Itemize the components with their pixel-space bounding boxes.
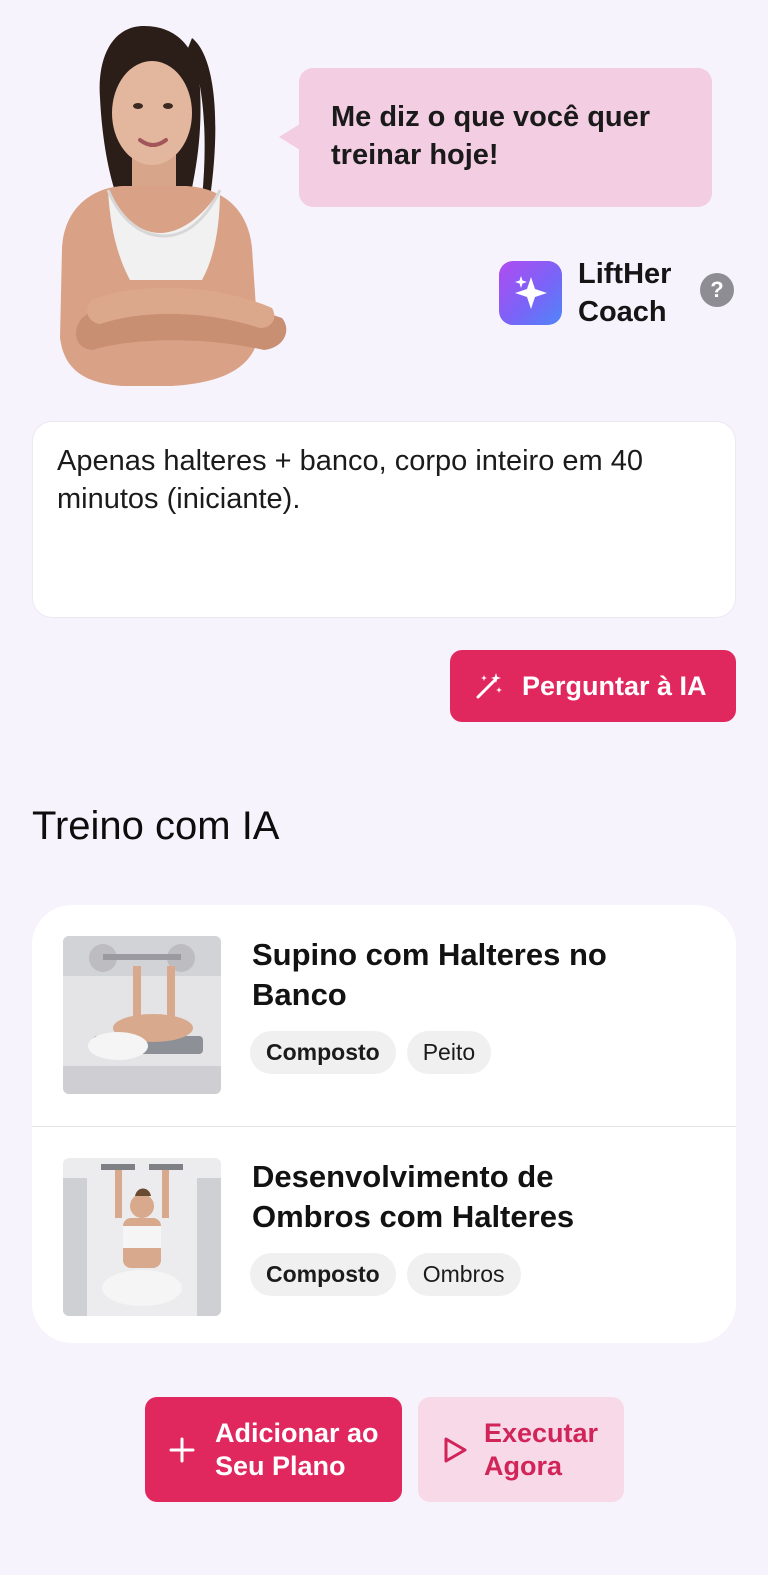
plus-icon [169,1437,195,1462]
tag-badge: Peito [406,1031,492,1074]
coach-avatar-image [60,26,287,386]
coach-speech-text: Me diz o que você quer treinar hoje! [331,101,651,171]
exercise-tags: Composto Peito [250,1031,502,1074]
tag-badge: Composto [250,1253,396,1296]
prompt-input-text: Apenas halteres + banco, corpo inteiro e… [57,445,644,515]
exercise-title: Desenvolvimento de Ombros com Halteres [252,1159,575,1234]
prompt-input[interactable]: Apenas halteres + banco, corpo inteiro e… [32,421,736,618]
exercise-thumbnail [63,936,221,1094]
coach-name: LiftHer Coach [578,258,672,328]
add-to-plan-button[interactable]: Adicionar ao Seu Plano [145,1397,402,1502]
list-item[interactable]: Supino com Halteres no Banco Composto Pe… [32,905,736,1126]
tag-badge: Ombros [406,1253,521,1296]
exercise-title: Supino com Halteres no Banco [252,937,607,1012]
list-item[interactable]: Desenvolvimento de Ombros com Halteres C… [32,1126,736,1343]
help-icon[interactable]: ? [700,273,734,307]
run-now-label: Executar Agora [484,1417,599,1481]
run-now-button[interactable]: Executar Agora [418,1397,624,1502]
sparkles-icon [499,261,562,325]
coach-speech-bubble: Me diz o que você quer treinar hoje! [279,68,712,207]
section-title: Treino com IA [32,804,280,848]
play-icon [444,1437,467,1462]
exercise-tags: Composto Ombros [250,1253,532,1296]
workout-card: Supino com Halteres no Banco Composto Pe… [32,905,736,1343]
coach-identity: LiftHer Coach [499,255,698,331]
exercise-thumbnail [63,1158,221,1316]
ask-ai-button-label: Perguntar à IA [522,670,707,701]
tag-badge: Composto [250,1031,396,1074]
ask-ai-button[interactable]: Perguntar à IA [450,650,736,722]
add-to-plan-label: Adicionar ao Seu Plano [215,1417,379,1481]
magic-wand-icon [476,673,502,699]
